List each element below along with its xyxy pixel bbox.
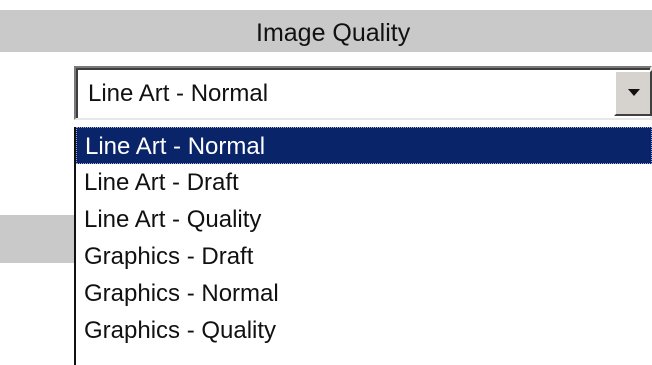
triangle-down-icon bbox=[628, 89, 640, 96]
option-line-art-draft[interactable]: Line Art - Draft bbox=[76, 164, 652, 201]
option-line-art-quality[interactable]: Line Art - Quality bbox=[76, 201, 652, 238]
image-quality-select[interactable]: Line Art - Normal bbox=[74, 66, 652, 120]
option-graphics-draft[interactable]: Graphics - Draft bbox=[76, 238, 652, 275]
background-panel-strip bbox=[0, 215, 80, 263]
option-line-art-normal[interactable]: Line Art - Normal bbox=[76, 127, 652, 164]
image-quality-header: Image Quality bbox=[0, 10, 652, 52]
image-quality-options-list[interactable]: Line Art - Normal Line Art - Draft Line … bbox=[74, 127, 652, 365]
option-graphics-normal[interactable]: Graphics - Normal bbox=[76, 275, 652, 312]
dropdown-button[interactable] bbox=[614, 70, 652, 116]
option-graphics-quality[interactable]: Graphics - Quality bbox=[76, 312, 652, 349]
print-settings-panel: Image Quality Line Art - Normal Line Art… bbox=[0, 0, 652, 365]
selected-image-quality: Line Art - Normal bbox=[88, 80, 269, 107]
image-quality-title: Image Quality bbox=[256, 19, 411, 47]
